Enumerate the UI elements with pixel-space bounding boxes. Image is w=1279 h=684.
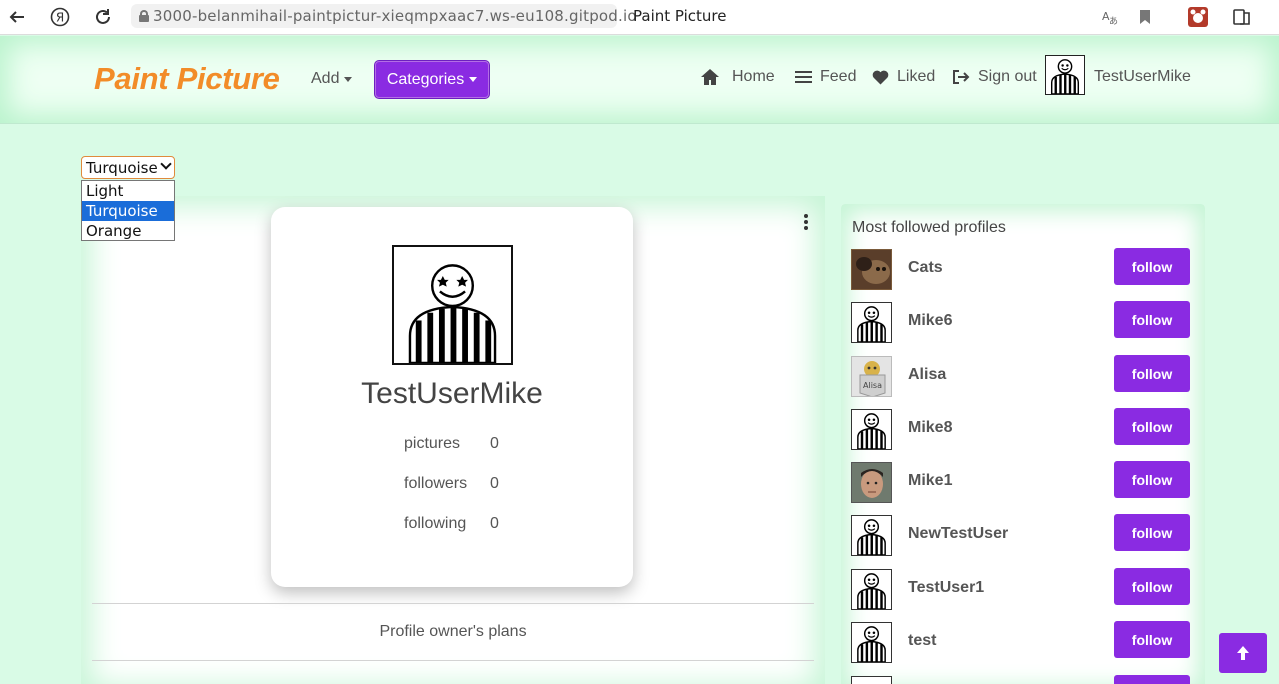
list-item: test follow bbox=[841, 621, 1205, 663]
profile-plans-heading: Profile owner's plans bbox=[379, 623, 527, 640]
list-item: Mike1 follow bbox=[841, 461, 1205, 503]
avatar[interactable] bbox=[851, 302, 892, 343]
svg-text:あ: あ bbox=[1109, 16, 1118, 26]
list-item: Mike6 follow bbox=[841, 301, 1205, 343]
profile-avatar bbox=[392, 245, 513, 365]
list-item: Alisa Alisa follow bbox=[841, 355, 1205, 397]
list-item: TestUser1 follow bbox=[841, 568, 1205, 610]
follow-button[interactable]: follow bbox=[1114, 408, 1190, 445]
list-item: NewTestUser follow bbox=[841, 514, 1205, 556]
extension-icon[interactable] bbox=[1186, 5, 1210, 29]
url-text: 3000-belanmihail-paintpictur-xieqmpxaac7… bbox=[153, 7, 637, 25]
divider bbox=[92, 603, 814, 604]
most-followed-panel: Most followed profiles Cats follow Mike6… bbox=[841, 204, 1205, 684]
stat-label: pictures bbox=[404, 435, 461, 452]
caret-down-icon bbox=[469, 77, 478, 82]
yandex-icon[interactable]: Я bbox=[48, 5, 72, 29]
nav-signout-label: Sign out bbox=[978, 68, 1037, 85]
theme-options-list: Light Turquoise Orange bbox=[81, 180, 175, 241]
nav-home-link[interactable]: Home bbox=[700, 68, 775, 86]
profile-name[interactable]: Cats bbox=[908, 259, 943, 277]
avatar[interactable] bbox=[851, 515, 892, 556]
user-avatar[interactable] bbox=[1045, 55, 1085, 95]
list-icon bbox=[795, 71, 812, 83]
back-arrow-icon[interactable] bbox=[5, 5, 29, 29]
stat-value: 0 bbox=[490, 515, 499, 532]
svg-text:Alisa: Alisa bbox=[863, 381, 882, 390]
theme-select-value: Turquoise bbox=[86, 158, 158, 177]
stat-value: 0 bbox=[490, 475, 499, 492]
nav-feed-label: Feed bbox=[820, 68, 857, 85]
list-item: Cats follow bbox=[841, 248, 1205, 290]
avatar[interactable] bbox=[851, 249, 892, 290]
divider bbox=[92, 660, 814, 661]
follow-button[interactable]: follow bbox=[1114, 461, 1190, 498]
chevron-down-icon bbox=[160, 158, 172, 170]
add-dropdown-label: Add bbox=[311, 70, 340, 87]
nav-liked-link[interactable]: Liked bbox=[872, 68, 935, 86]
profile-name: TestUserMike bbox=[361, 377, 543, 410]
follow-button[interactable]: follow bbox=[1114, 248, 1190, 285]
more-options-icon[interactable] bbox=[803, 214, 809, 230]
theme-select[interactable]: Turquoise bbox=[81, 156, 175, 179]
stat-value: 0 bbox=[490, 435, 499, 452]
nav-username-label: TestUserMike bbox=[1094, 68, 1191, 85]
follow-button[interactable]: follow bbox=[1114, 514, 1190, 551]
nav-signout-link[interactable]: Sign out bbox=[952, 68, 1037, 86]
reload-icon[interactable] bbox=[91, 5, 115, 29]
categories-dropdown-button[interactable]: Categories bbox=[375, 61, 489, 98]
stat-label: followers bbox=[404, 475, 468, 492]
follow-button[interactable] bbox=[1114, 675, 1190, 684]
avatar[interactable] bbox=[851, 409, 892, 450]
follow-button[interactable]: follow bbox=[1114, 355, 1190, 392]
profile-name[interactable]: TestUser1 bbox=[908, 579, 984, 597]
profile-name[interactable]: Mike6 bbox=[908, 312, 952, 330]
profile-name[interactable]: NewTestUser bbox=[908, 525, 1008, 543]
bookmark-icon[interactable] bbox=[1133, 5, 1157, 29]
theme-option-turquoise[interactable]: Turquoise bbox=[82, 201, 174, 221]
avatar[interactable]: Alisa bbox=[851, 356, 892, 397]
nav-feed-link[interactable]: Feed bbox=[795, 68, 856, 86]
nav-username[interactable]: TestUserMike bbox=[1094, 68, 1191, 86]
address-bar[interactable]: 3000-belanmihail-paintpictur-xieqmpxaac7… bbox=[131, 4, 637, 28]
profile-name[interactable]: Mike1 bbox=[908, 472, 952, 490]
theme-option-orange[interactable]: Orange bbox=[82, 221, 174, 241]
caret-down-icon bbox=[344, 76, 353, 82]
avatar[interactable] bbox=[851, 676, 892, 684]
profile-name[interactable]: Mike8 bbox=[908, 419, 952, 437]
page-title-tab: Paint Picture bbox=[633, 7, 727, 25]
profile-name[interactable]: Alisa bbox=[908, 366, 946, 384]
scroll-to-top-button[interactable] bbox=[1219, 633, 1267, 673]
stat-label: following bbox=[404, 515, 467, 532]
categories-label: Categories bbox=[386, 70, 465, 88]
translate-icon[interactable]: Aあ bbox=[1097, 5, 1121, 29]
brand-logo[interactable]: Paint Picture bbox=[94, 61, 280, 97]
sign-out-icon bbox=[953, 70, 970, 84]
heart-icon bbox=[872, 70, 889, 84]
avatar[interactable] bbox=[851, 462, 892, 503]
avatar[interactable] bbox=[851, 569, 892, 610]
home-icon bbox=[701, 69, 719, 85]
profile-name[interactable]: test bbox=[908, 632, 936, 650]
profile-card: TestUserMike pictures 0 followers 0 foll… bbox=[271, 207, 633, 587]
reading-mode-icon[interactable] bbox=[1230, 5, 1254, 29]
svg-text:Я: Я bbox=[56, 11, 64, 25]
browser-toolbar: Я 3000-belanmihail-paintpictur-xieqmpxaa… bbox=[0, 0, 1279, 35]
add-dropdown[interactable]: Add bbox=[311, 70, 353, 88]
avatar[interactable] bbox=[851, 622, 892, 663]
follow-button[interactable]: follow bbox=[1114, 301, 1190, 338]
nav-home-label: Home bbox=[732, 68, 775, 85]
profile-panel: TestUserMike pictures 0 followers 0 foll… bbox=[81, 196, 825, 684]
follow-button[interactable]: follow bbox=[1114, 621, 1190, 658]
list-item bbox=[841, 675, 1205, 684]
site-navbar: Paint Picture Add Categories Home Feed L… bbox=[0, 36, 1279, 124]
follow-button[interactable]: follow bbox=[1114, 568, 1190, 605]
most-followed-title: Most followed profiles bbox=[852, 219, 1006, 236]
list-item: Mike8 follow bbox=[841, 408, 1205, 450]
theme-option-light[interactable]: Light bbox=[82, 181, 174, 201]
arrow-up-icon bbox=[1237, 646, 1249, 660]
nav-liked-label: Liked bbox=[897, 68, 936, 85]
